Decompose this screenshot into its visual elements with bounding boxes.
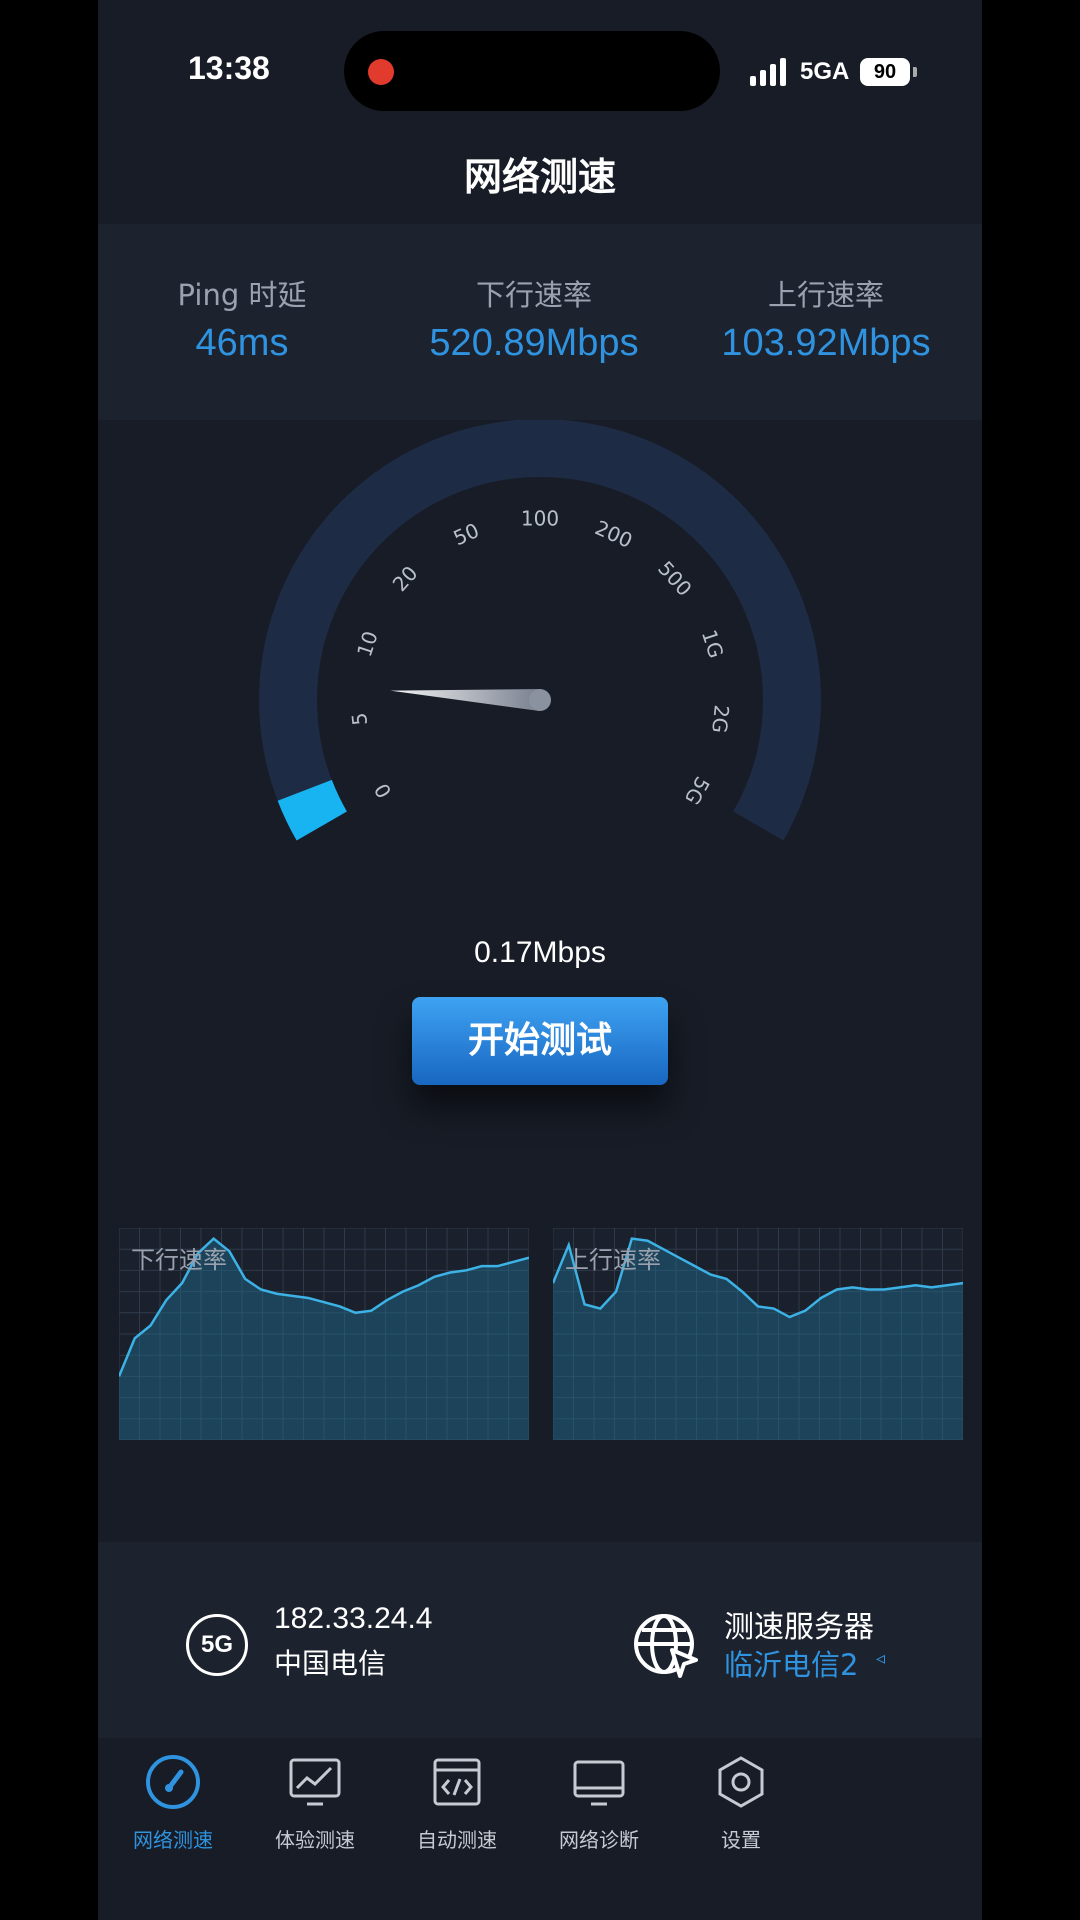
current-speed: 0.17Mbps (474, 936, 606, 969)
server-select[interactable]: 临沂电信2 (724, 1642, 858, 1684)
gauge-tick-label: 20 (388, 561, 423, 596)
ip-address: 182.33.24.4 (274, 1602, 433, 1635)
gauge-tick-label: 0 (369, 779, 396, 802)
server-label: 测速服务器 (724, 1610, 874, 1645)
ping-stat: Ping 时延 46ms (112, 272, 372, 365)
download-stat: 下行速率 520.89Mbps (404, 272, 664, 365)
server-info-panel: 5G 182.33.24.4 中国电信 测速服务器 临沂电信2 ◃ (98, 1542, 982, 1738)
tab-speed-test[interactable]: 网络测速 (98, 1752, 248, 1853)
gauge-tick-label: 10 (352, 628, 383, 660)
upload-chart-title: 上行速率 (565, 1246, 661, 1274)
gauge-tick-label: 200 (591, 515, 636, 552)
tab-network-diagnosis[interactable]: 网络诊断 (524, 1752, 674, 1853)
gauge-progress (277, 779, 348, 841)
download-label: 下行速率 (475, 278, 592, 312)
tab-settings[interactable]: 设置 (666, 1752, 816, 1853)
ping-label: Ping 时延 (177, 278, 307, 312)
upload-stat: 上行速率 103.92Mbps (696, 272, 956, 365)
recording-indicator-icon (368, 59, 394, 85)
upload-value: 103.92Mbps (721, 322, 931, 364)
carrier-name: 中国电信 (274, 1647, 387, 1680)
tab-label: 自动测速 (417, 1828, 497, 1852)
gauge-tick-label: 5 (347, 711, 372, 726)
gauge-tick-label: 50 (450, 518, 483, 550)
gauge-tick-label: 1G (697, 627, 729, 661)
download-chart: 下行速率 (117, 1227, 530, 1441)
gauge-tick-label: 2G (707, 704, 734, 735)
5g-network-icon: 5G (186, 1614, 248, 1676)
download-value: 520.89Mbps (429, 322, 639, 364)
tab-label: 设置 (721, 1828, 761, 1852)
monitor-icon (573, 1760, 625, 1806)
speed-stats-panel: Ping 时延 46ms 下行速率 520.89Mbps 上行速率 103.92… (98, 224, 982, 420)
globe-icon (634, 1614, 698, 1678)
server-caret-icon[interactable]: ◃ (876, 1648, 885, 1669)
speed-gauge: 0 5 10 20 50 100 200 500 1G 2G 5G 0.17Mbps (98, 420, 982, 1040)
gauge-tick-label: 100 (521, 507, 559, 531)
download-chart-title: 下行速率 (131, 1246, 227, 1274)
dynamic-island (344, 31, 720, 111)
signal-strength-icon (750, 58, 792, 86)
network-type: 5GA (800, 58, 850, 85)
hexagon-settings-icon (718, 1756, 764, 1808)
gauge-needle (390, 689, 541, 711)
tab-auto-test[interactable]: 自动测速 (382, 1752, 532, 1853)
start-test-button[interactable]: 开始测试 (412, 997, 668, 1085)
battery-tip (913, 67, 917, 77)
phone-screen: 13:38 5GA 90 网络测速 Ping 时延 46ms 下行速率 520.… (98, 0, 982, 1920)
code-window-icon (433, 1758, 481, 1806)
upload-label: 上行速率 (767, 278, 884, 312)
tab-label: 体验测速 (275, 1828, 355, 1852)
tab-label: 网络测速 (133, 1828, 213, 1852)
page-title: 网络测速 (463, 155, 616, 199)
status-time: 13:38 (188, 50, 270, 86)
tab-experience-test[interactable]: 体验测速 (240, 1752, 390, 1853)
tab-bar: 网络测速 体验测速 自动测速 网络诊断 设置 (98, 1738, 982, 1920)
gauge-hub (529, 689, 551, 711)
speedometer-icon (146, 1755, 200, 1809)
gauge-tick-label: 500 (653, 556, 696, 600)
gauge-tick-label: 5G (680, 773, 715, 809)
trend-monitor-icon (289, 1758, 341, 1806)
upload-chart: 上行速率 (551, 1227, 964, 1441)
tab-label: 网络诊断 (559, 1828, 639, 1852)
battery-icon: 90 (860, 58, 910, 86)
ping-value: 46ms (195, 322, 289, 364)
